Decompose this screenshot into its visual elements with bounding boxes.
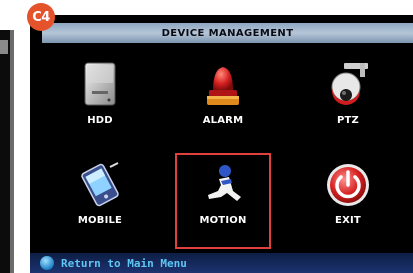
- menu-item-label: EXIT: [335, 215, 361, 226]
- menu-item-label: MOBILE: [77, 215, 123, 226]
- menu-item-motion[interactable]: MOTION: [175, 153, 271, 249]
- menu-item-label: PTZ: [336, 115, 359, 126]
- menu-item-ptz[interactable]: PTZ: [300, 53, 396, 149]
- previous-panel-edge: [0, 30, 14, 273]
- menu-item-hdd[interactable]: HDD: [52, 53, 148, 149]
- hdd-icon: [84, 62, 116, 106]
- menu-item-mobile[interactable]: MOBILE: [52, 153, 148, 249]
- ptz-camera-icon: [331, 63, 368, 105]
- menu-item-alarm[interactable]: ALARM: [175, 53, 271, 149]
- info-icon: [40, 256, 54, 270]
- motion-icon: [208, 165, 241, 201]
- alarm-icon: [207, 67, 239, 105]
- mobile-icon: [81, 162, 119, 207]
- menu-item-exit[interactable]: EXIT: [300, 153, 396, 249]
- device-management-screen: DEVICE MANAGEMENT HDD ALARM PTZ MOBILE M…: [30, 15, 413, 273]
- step-badge: C4: [27, 3, 55, 31]
- menu-item-label: ALARM: [202, 115, 244, 126]
- menu-item-label: HDD: [87, 115, 113, 126]
- return-to-main-menu: Return to Main Menu: [61, 256, 187, 270]
- menu-item-label: MOTION: [199, 215, 247, 226]
- footer-hint[interactable]: Return to Main Menu: [30, 253, 413, 273]
- screen-title: DEVICE MANAGEMENT: [42, 23, 413, 43]
- exit-power-icon: [327, 164, 369, 206]
